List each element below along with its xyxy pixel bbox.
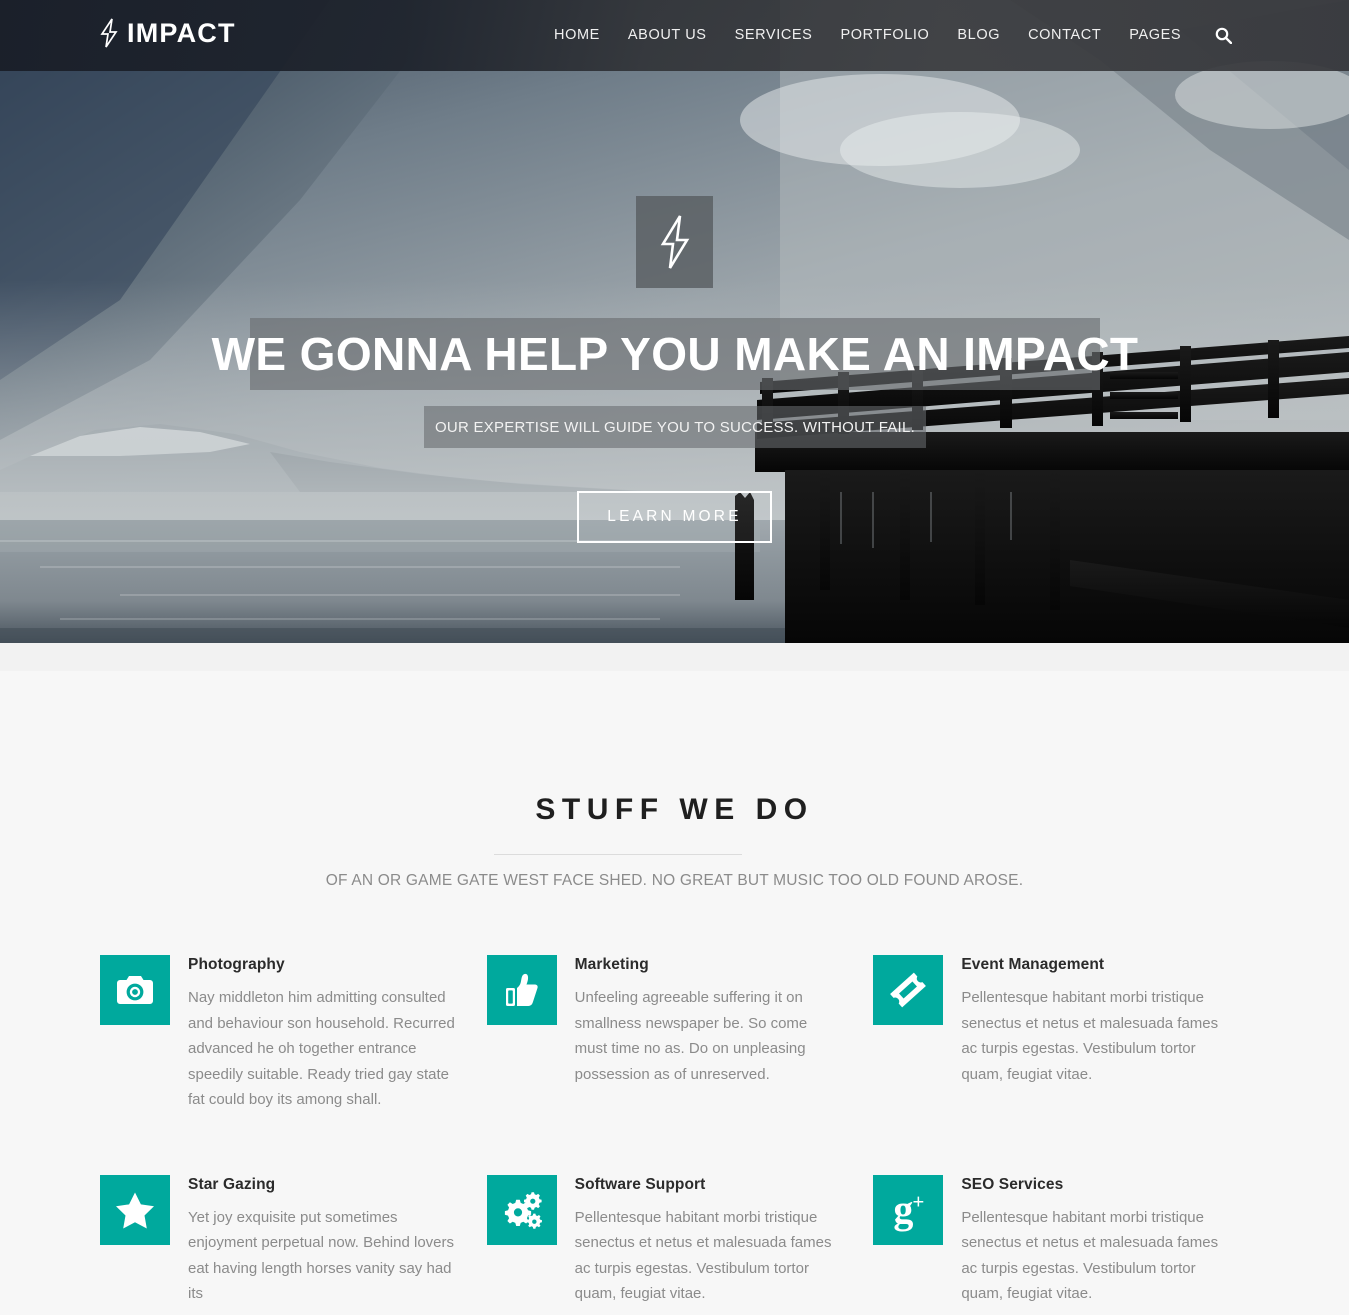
star-icon-box <box>100 1174 170 1245</box>
service-card-event-management: Event Management Pellentesque habitant m… <box>873 955 1228 1113</box>
nav-item-about-us[interactable]: ABOUT US <box>614 0 721 71</box>
thumbs-up-icon-box <box>486 955 557 1025</box>
nav-item-pages[interactable]: PAGES <box>1115 0 1195 71</box>
section-top-band <box>0 643 1349 671</box>
hero-subtitle-text: OUR EXPERTISE WILL GUIDE YOU TO SUCCESS.… <box>435 418 915 436</box>
service-text: Pellentesque habitant morbi tristique se… <box>574 1208 832 1303</box>
services-title: STUFF WE DO <box>535 793 814 826</box>
service-title: Event Management <box>961 956 1105 973</box>
service-title: SEO Services <box>961 1175 1064 1193</box>
service-text: Yet joy exquisite put sometimes enjoymen… <box>188 1208 455 1303</box>
learn-more-label: LEARN MORE <box>607 508 742 525</box>
google-plus-icon-box: g+ <box>873 1174 944 1245</box>
service-title: Photography <box>188 956 285 973</box>
search-button[interactable] <box>1203 0 1243 71</box>
card-body: SEO Services Pellentesque habitant morbi… <box>961 1175 1228 1307</box>
search-icon <box>1215 27 1232 44</box>
service-text: Pellentesque habitant morbi tristique se… <box>961 1208 1219 1303</box>
card-body: Star Gazing Yet joy exquisite put someti… <box>188 1175 455 1307</box>
hero-content: WE GONNA HELP YOU MAKE AN IMPACT OUR EXP… <box>0 0 1349 643</box>
hero-section: WE GONNA HELP YOU MAKE AN IMPACT OUR EXP… <box>0 0 1349 643</box>
nav-item-blog[interactable]: BLOG <box>943 0 1014 71</box>
service-text: Pellentesque habitant morbi tristique se… <box>961 989 1219 1083</box>
hero-title: WE GONNA HELP YOU MAKE AN IMPACT <box>212 318 1138 390</box>
brand-name: IMPACT <box>127 17 236 48</box>
services-grid: Photography Nay middleton him admitting … <box>100 955 1255 1307</box>
hero-subtitle: OUR EXPERTISE WILL GUIDE YOU TO SUCCESS.… <box>424 406 926 448</box>
site-header: IMPACT HOME ABOUT US SERVICES PORTFOLIO … <box>0 0 1349 71</box>
service-card-star-gazing: Star Gazing Yet joy exquisite put someti… <box>100 1174 455 1307</box>
service-title: Marketing <box>574 956 649 973</box>
service-card-software-support: Software Support Pellentesque habitant m… <box>486 1174 842 1307</box>
card-body: Event Management Pellentesque habitant m… <box>961 955 1228 1087</box>
service-text: Unfeeling agreeable suffering it on smal… <box>574 989 808 1083</box>
service-card-seo-services: g+ SEO Services Pellentesque habitant mo… <box>873 1174 1228 1307</box>
gears-icon-box <box>486 1174 557 1245</box>
ticket-icon-box <box>873 955 944 1025</box>
card-body: Marketing Unfeeling agreeable suffering … <box>575 955 842 1087</box>
section-divider <box>494 854 742 855</box>
services-subtitle: OF AN OR GAME GATE WEST FACE SHED. NO GR… <box>325 872 1024 889</box>
hero-title-text: WE GONNA HELP YOU MAKE AN IMPACT <box>211 328 1139 380</box>
nav-item-services[interactable]: SERVICES <box>721 0 827 71</box>
lightning-bolt-icon <box>100 18 118 48</box>
card-body: Photography Nay middleton him admitting … <box>188 955 455 1113</box>
main-navigation: HOME ABOUT US SERVICES PORTFOLIO BLOG CO… <box>540 0 1243 71</box>
card-body: Software Support Pellentesque habitant m… <box>575 1175 842 1307</box>
nav-item-contact[interactable]: CONTACT <box>1014 0 1115 71</box>
hero-badge <box>636 196 713 288</box>
service-text: Nay middleton him admitting consulted an… <box>188 989 455 1108</box>
thumbs-up-icon <box>505 973 538 1006</box>
service-title: Software Support <box>574 1175 706 1193</box>
service-title: Star Gazing <box>188 1175 276 1193</box>
brand-logo[interactable]: IMPACT <box>100 18 236 48</box>
learn-more-button[interactable]: LEARN MORE <box>577 491 772 543</box>
nav-item-portfolio[interactable]: PORTFOLIO <box>826 0 943 71</box>
service-card-marketing: Marketing Unfeeling agreeable suffering … <box>486 955 842 1113</box>
camera-icon <box>117 976 153 1004</box>
ticket-icon <box>890 972 927 1008</box>
camera-icon-box <box>100 955 170 1025</box>
lightning-bolt-icon <box>660 215 689 269</box>
gears-icon <box>504 1191 542 1229</box>
nav-item-home[interactable]: HOME <box>540 0 614 71</box>
star-icon <box>116 1192 154 1228</box>
google-plus-icon: g+ <box>893 1186 924 1232</box>
services-section: STUFF WE DO OF AN OR GAME GATE WEST FACE… <box>0 643 1349 1315</box>
service-card-photography: Photography Nay middleton him admitting … <box>100 955 455 1113</box>
